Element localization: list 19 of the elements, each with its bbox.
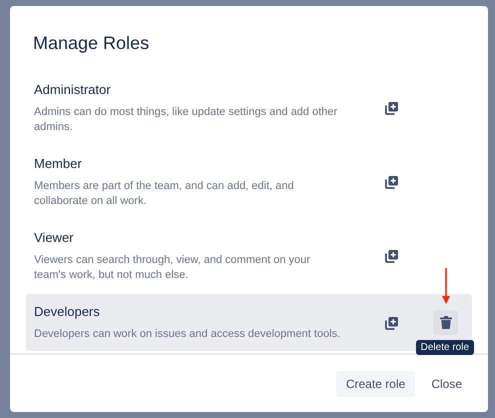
dialog-title: Manage Roles (33, 32, 150, 54)
role-description: Developers can work on issues and access development tools. (34, 327, 342, 342)
duplicate-icon[interactable] (385, 316, 399, 330)
create-role-button[interactable]: Create role (336, 371, 416, 397)
role-name: Developers (34, 303, 101, 321)
arrow-annotation (442, 268, 450, 304)
close-button[interactable]: Close (421, 371, 472, 397)
tooltip: Delete role (416, 340, 474, 355)
duplicate-icon[interactable] (385, 175, 399, 189)
delete-button[interactable] (433, 310, 458, 335)
role-description: Admins can do most things, like update settings and add other admins. (34, 105, 338, 135)
role-name: Administrator (34, 81, 112, 99)
role-description: Viewers can search through, view, and comment on your team's work, but not much else. (34, 253, 312, 283)
duplicate-icon[interactable] (385, 101, 399, 115)
trash-icon (440, 316, 452, 329)
role-name: Member (34, 155, 83, 173)
duplicate-icon[interactable] (385, 249, 399, 263)
role-description: Members are part of the team, and can add, edit, and collaborate on all work. (34, 179, 295, 209)
role-name: Viewer (34, 229, 75, 247)
